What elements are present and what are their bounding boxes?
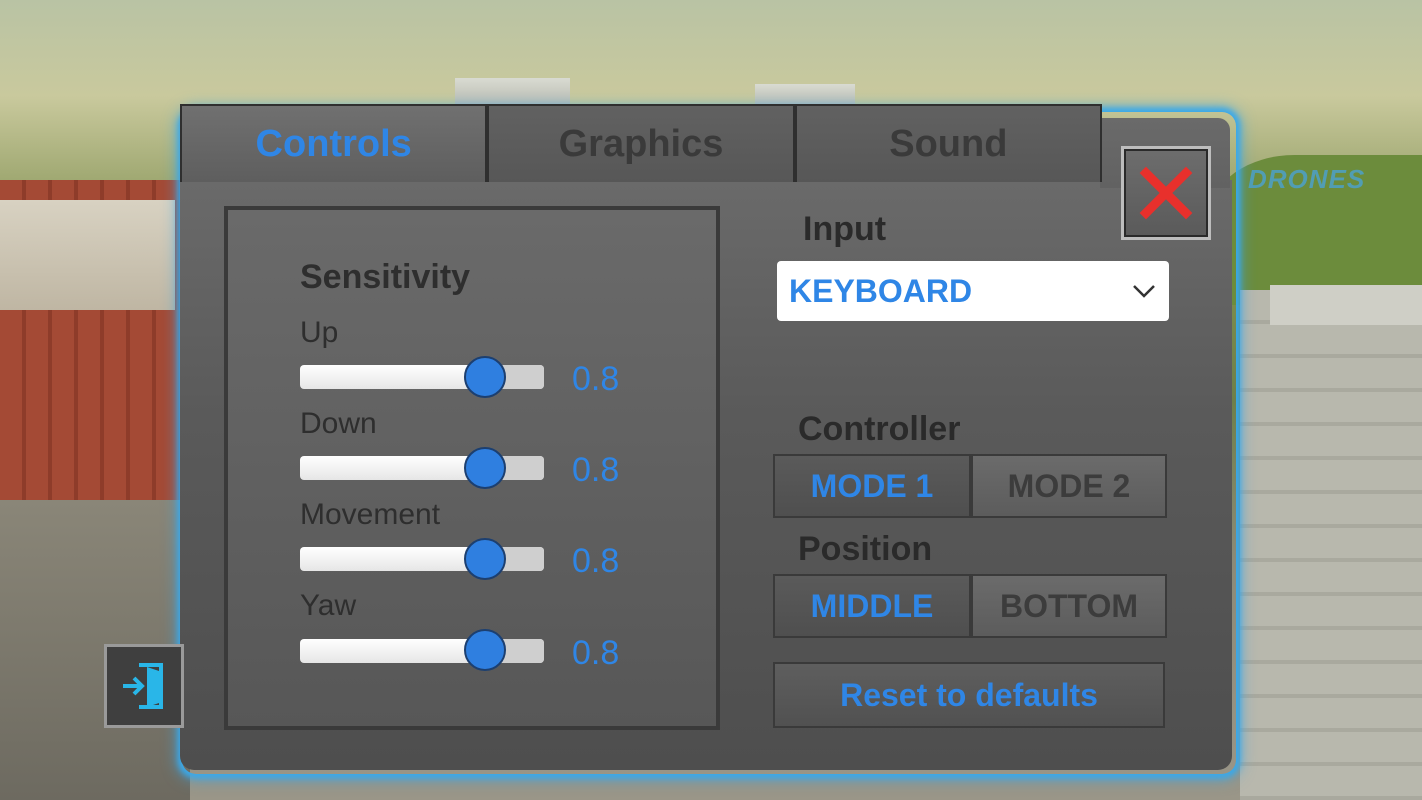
settings-tabs: Controls Graphics Sound — [180, 104, 1102, 182]
tab-graphics[interactable]: Graphics — [487, 104, 795, 182]
slider-movement[interactable] — [300, 547, 544, 571]
slider-yaw-handle[interactable] — [464, 629, 506, 671]
slider-up-handle[interactable] — [464, 356, 506, 398]
position-middle-button[interactable]: MIDDLE — [773, 574, 971, 638]
controller-mode-1-button[interactable]: MODE 1 — [773, 454, 971, 518]
input-dropdown-value: KEYBOARD — [789, 272, 973, 309]
sensitivity-title: Sensitivity — [300, 258, 471, 296]
slider-yaw[interactable] — [300, 639, 544, 663]
slider-label-up: Up — [300, 316, 339, 349]
background-rooftop — [0, 200, 175, 310]
slider-label-yaw: Yaw — [300, 589, 357, 622]
exit-button[interactable] — [104, 644, 184, 728]
slider-down[interactable] — [300, 456, 544, 480]
slider-down-handle[interactable] — [464, 447, 506, 489]
controller-mode-2-button[interactable]: MODE 2 — [971, 454, 1167, 518]
slider-up[interactable] — [300, 365, 544, 389]
background-drones-sign: DRONES — [1248, 164, 1366, 194]
input-dropdown[interactable]: KEYBOARD — [777, 261, 1169, 321]
position-bottom-button[interactable]: BOTTOM — [971, 574, 1167, 638]
game-scene: DRONES Controls Graphics Sound Sensitivi… — [0, 0, 1422, 800]
slider-value-yaw: 0.8 — [572, 634, 620, 672]
chevron-down-icon — [1133, 285, 1155, 298]
background-building — [1240, 290, 1422, 800]
slider-value-down: 0.8 — [572, 451, 620, 489]
slider-value-up: 0.8 — [572, 360, 620, 398]
slider-label-movement: Movement — [300, 498, 441, 531]
position-label: Position — [798, 530, 933, 568]
slider-movement-handle[interactable] — [464, 538, 506, 580]
controller-label: Controller — [798, 410, 961, 448]
tab-controls[interactable]: Controls — [180, 104, 488, 182]
close-button[interactable] — [1121, 146, 1211, 240]
slider-value-movement: 0.8 — [572, 542, 620, 580]
tab-sound[interactable]: Sound — [794, 104, 1102, 182]
input-label: Input — [803, 210, 887, 248]
close-icon — [1139, 166, 1193, 220]
slider-label-down: Down — [300, 407, 377, 440]
reset-defaults-button[interactable]: Reset to defaults — [773, 662, 1165, 728]
exit-door-icon — [123, 663, 163, 709]
background-building — [1270, 285, 1422, 325]
